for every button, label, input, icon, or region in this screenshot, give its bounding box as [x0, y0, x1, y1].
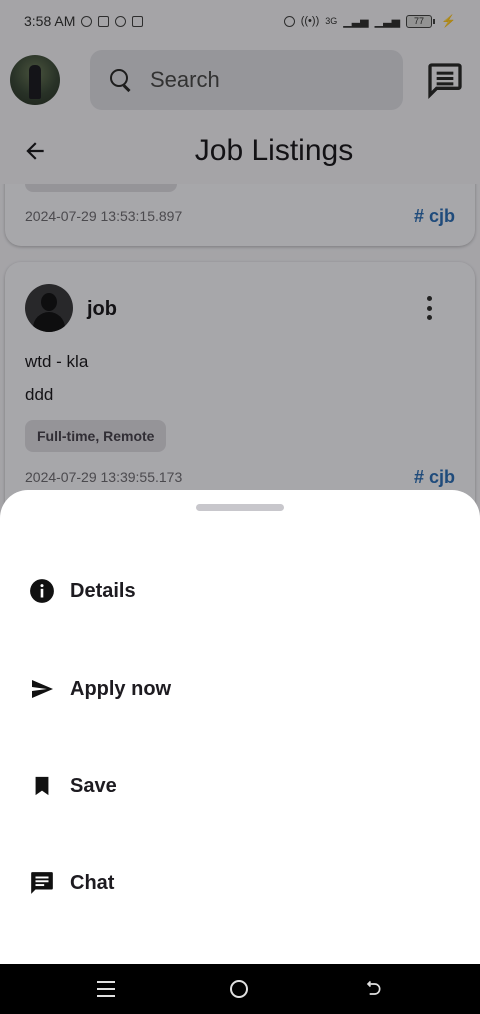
bottom-sheet: Details Apply now Save Chat — [0, 490, 480, 964]
menu-label: Apply now — [70, 677, 172, 700]
chat-icon — [28, 869, 56, 897]
send-icon — [28, 675, 56, 703]
menu-item-details[interactable]: Details — [0, 555, 480, 627]
menu-item-chat[interactable]: Chat — [0, 847, 480, 919]
drag-handle[interactable] — [196, 504, 284, 511]
system-nav-bar — [0, 964, 480, 1014]
menu-item-save[interactable]: Save — [0, 750, 480, 822]
menu-item-apply[interactable]: Apply now — [0, 653, 480, 725]
recent-apps-icon[interactable] — [97, 981, 116, 997]
menu-label: Save — [70, 774, 117, 797]
bookmark-icon — [28, 772, 56, 800]
menu-label: Chat — [70, 871, 115, 894]
menu-label: Details — [70, 579, 136, 602]
info-icon — [28, 577, 56, 605]
system-back-icon[interactable] — [363, 979, 383, 999]
home-icon[interactable] — [229, 980, 248, 998]
